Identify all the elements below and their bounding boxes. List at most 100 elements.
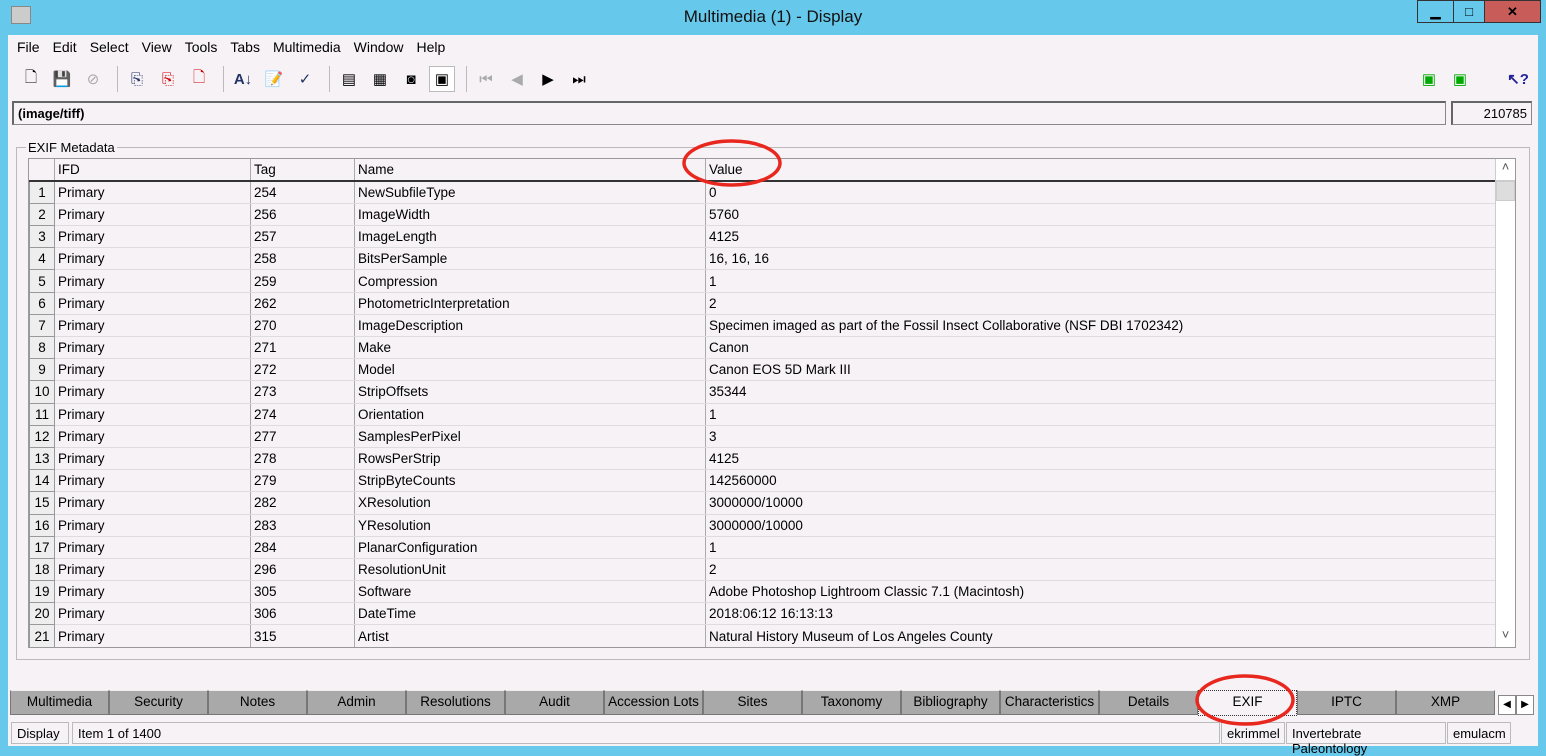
value-cell[interactable]: 35344 <box>705 380 1498 404</box>
row-number[interactable]: 11 <box>29 402 55 426</box>
tag-cell[interactable]: 282 <box>250 491 355 515</box>
menu-tools[interactable]: Tools <box>185 39 218 55</box>
value-cell[interactable]: 2018:06:12 16:13:13 <box>705 602 1498 626</box>
value-cell[interactable]: Specimen imaged as part of the Fossil In… <box>705 314 1498 338</box>
table-row[interactable]: 7 Primary 270 ImageDescription Specimen imag… <box>29 313 1498 338</box>
page-view-icon[interactable]: ▣ <box>429 66 455 92</box>
table-row[interactable]: 5 Primary 259 Compression 1 <box>29 269 1498 293</box>
value-cell[interactable]: 1 <box>705 403 1498 426</box>
menu-select[interactable]: Select <box>90 39 129 55</box>
tag-cell[interactable]: 315 <box>250 624 355 647</box>
name-cell[interactable]: ResolutionUnit <box>354 558 706 582</box>
scroll-up-arrow[interactable]: ˄ <box>1496 159 1515 181</box>
table-row[interactable]: 18 Primary 296 ResolutionUnit 2 <box>29 557 1498 582</box>
tag-cell[interactable]: 273 <box>250 380 355 404</box>
menu-tabs[interactable]: Tabs <box>230 39 260 55</box>
value-cell[interactable]: 2 <box>705 292 1498 315</box>
ifd-cell[interactable]: Primary <box>54 425 251 448</box>
ifd-cell[interactable]: Primary <box>54 358 251 382</box>
tab-iptc[interactable]: IPTC <box>1297 690 1396 715</box>
scroll-down-arrow[interactable]: ˅ <box>1496 627 1515 647</box>
table-row[interactable]: 21 Primary 315 Artist Natural History Museum… <box>29 624 1498 647</box>
row-number[interactable]: 16 <box>29 513 55 537</box>
grid-view-icon[interactable]: ▦ <box>367 66 393 92</box>
context-help-icon[interactable]: ↖? <box>1505 66 1531 92</box>
sort-icon[interactable]: A↓ <box>230 66 256 92</box>
cancel-icon[interactable]: ⊘ <box>80 66 106 92</box>
name-cell[interactable]: PhotometricInterpretation <box>354 292 706 315</box>
row-number[interactable]: 9 <box>29 358 55 382</box>
value-cell[interactable]: Canon <box>705 336 1498 360</box>
table-row[interactable]: 17 Primary 284 PlanarConfiguration 1 <box>29 535 1498 559</box>
row-number[interactable]: 6 <box>29 291 55 315</box>
column-header-tag[interactable]: Tag <box>250 159 355 183</box>
tab-sites[interactable]: Sites <box>703 690 802 715</box>
tab-multimedia[interactable]: Multimedia <box>10 690 109 715</box>
ifd-cell[interactable]: Primary <box>54 447 251 471</box>
name-cell[interactable]: Artist <box>354 624 706 647</box>
table-row[interactable]: 3 Primary 257 ImageLength 4125 <box>29 225 1498 249</box>
name-cell[interactable]: ImageDescription <box>354 314 706 338</box>
ifd-cell[interactable]: Primary <box>54 269 251 293</box>
value-cell[interactable]: Natural History Museum of Los Angeles Co… <box>705 624 1498 647</box>
name-cell[interactable]: ImageWidth <box>354 203 706 227</box>
name-cell[interactable]: Model <box>354 358 706 382</box>
name-cell[interactable]: ImageLength <box>354 225 706 249</box>
tag-cell[interactable]: 283 <box>250 514 355 537</box>
row-number[interactable]: 13 <box>29 446 55 471</box>
tab-taxonomy[interactable]: Taxonomy <box>802 690 901 715</box>
ifd-cell[interactable]: Primary <box>54 203 251 227</box>
menu-edit[interactable]: Edit <box>53 39 77 55</box>
row-number[interactable]: 3 <box>29 225 55 249</box>
tab-notes[interactable]: Notes <box>208 690 307 715</box>
ifd-cell[interactable]: Primary <box>54 336 251 360</box>
ifd-cell[interactable]: Primary <box>54 624 251 647</box>
table-row[interactable]: 11 Primary 274 Orientation 1 <box>29 402 1498 426</box>
value-cell[interactable]: 4125 <box>705 447 1498 471</box>
name-cell[interactable]: Compression <box>354 269 706 293</box>
table-row[interactable]: 9 Primary 272 Model Canon EOS 5D Mark III <box>29 358 1498 382</box>
value-cell[interactable]: 1 <box>705 536 1498 559</box>
tag-cell[interactable]: 271 <box>250 336 355 360</box>
row-number[interactable]: 21 <box>29 624 55 647</box>
ifd-cell[interactable]: Primary <box>54 292 251 315</box>
name-cell[interactable]: PlanarConfiguration <box>354 536 706 559</box>
row-number[interactable]: 10 <box>29 380 55 404</box>
scroll-thumb[interactable] <box>1496 181 1515 201</box>
mime-type-field[interactable]: (image/tiff) <box>12 101 1446 125</box>
ifd-cell[interactable]: Primary <box>54 380 251 404</box>
tag-cell[interactable]: 306 <box>250 602 355 626</box>
ifd-cell[interactable]: Primary <box>54 580 251 604</box>
discard-icon[interactable]: 🗋 <box>186 66 212 92</box>
save-icon[interactable]: 💾 <box>49 66 75 92</box>
value-cell[interactable]: 142560000 <box>705 469 1498 493</box>
tag-cell[interactable]: 284 <box>250 536 355 559</box>
tab-characteristics[interactable]: Characteristics <box>1000 690 1099 715</box>
row-number[interactable]: 15 <box>29 491 55 515</box>
ifd-cell[interactable]: Primary <box>54 181 251 204</box>
row-number[interactable]: 19 <box>29 580 55 604</box>
table-row[interactable]: 6 Primary 262 PhotometricInterpretation 2 <box>29 291 1498 315</box>
copy-all-icon[interactable]: ▣ <box>1447 66 1473 92</box>
row-number[interactable]: 1 <box>29 180 55 204</box>
value-cell[interactable]: 3 <box>705 425 1498 448</box>
table-row[interactable]: 15 Primary 282 XResolution 3000000/10000 <box>29 491 1498 515</box>
column-header-rownum[interactable] <box>29 159 55 183</box>
name-cell[interactable]: BitsPerSample <box>354 247 706 271</box>
name-cell[interactable]: Orientation <box>354 403 706 426</box>
tag-cell[interactable]: 272 <box>250 358 355 382</box>
value-cell[interactable]: 16, 16, 16 <box>705 247 1498 271</box>
tag-cell[interactable]: 254 <box>250 181 355 204</box>
row-number[interactable]: 20 <box>29 602 55 626</box>
ifd-cell[interactable]: Primary <box>54 314 251 338</box>
tag-cell[interactable]: 262 <box>250 292 355 315</box>
row-number[interactable]: 7 <box>29 313 55 338</box>
name-cell[interactable]: SamplesPerPixel <box>354 425 706 448</box>
table-row[interactable]: 16 Primary 283 YResolution 3000000/10000 <box>29 513 1498 537</box>
tab-xmp[interactable]: XMP <box>1396 690 1495 715</box>
column-header-value[interactable]: Value <box>705 159 1498 183</box>
name-cell[interactable]: StripOffsets <box>354 380 706 404</box>
tab-details[interactable]: Details <box>1099 690 1198 715</box>
tab-scroll-left[interactable]: ◀ <box>1498 695 1516 715</box>
maximize-button[interactable]: □ <box>1453 0 1485 23</box>
